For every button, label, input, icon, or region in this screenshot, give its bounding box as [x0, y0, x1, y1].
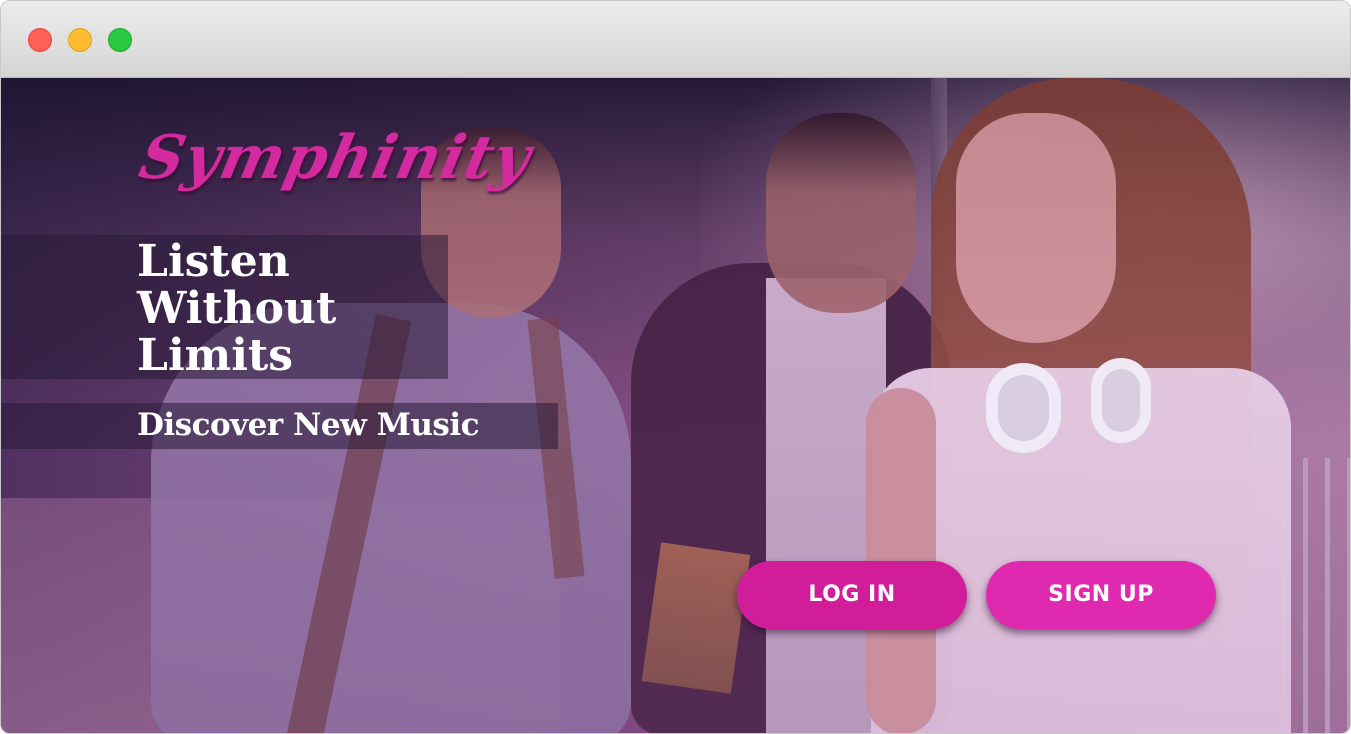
minimize-window-button[interactable]: [68, 28, 92, 52]
hero-photo-book: [641, 542, 751, 694]
background-railing: [1281, 458, 1350, 733]
headline-line: Listen: [137, 236, 290, 287]
headphones-icon: [1091, 358, 1151, 443]
hero-photo-person-right-face: [956, 113, 1116, 343]
zoom-window-button[interactable]: [108, 28, 132, 52]
signup-button[interactable]: SIGN UP: [986, 561, 1216, 629]
window-titlebar: [1, 1, 1350, 78]
headline-line: Limits: [137, 330, 294, 381]
hero-photo-person-center-head: [766, 113, 916, 313]
brand-logo: Symphinity: [133, 123, 538, 193]
login-button[interactable]: LOG IN: [737, 561, 967, 629]
hero-section: Symphinity Listen Without Limits Discove…: [1, 78, 1350, 733]
close-window-button[interactable]: [28, 28, 52, 52]
headphones-icon: [986, 363, 1061, 453]
app-window: Symphinity Listen Without Limits Discove…: [0, 0, 1351, 734]
hero-headline: Listen Without Limits: [137, 238, 336, 379]
headline-line: Without: [137, 283, 337, 334]
hero-subheadline: Discover New Music: [137, 407, 480, 443]
